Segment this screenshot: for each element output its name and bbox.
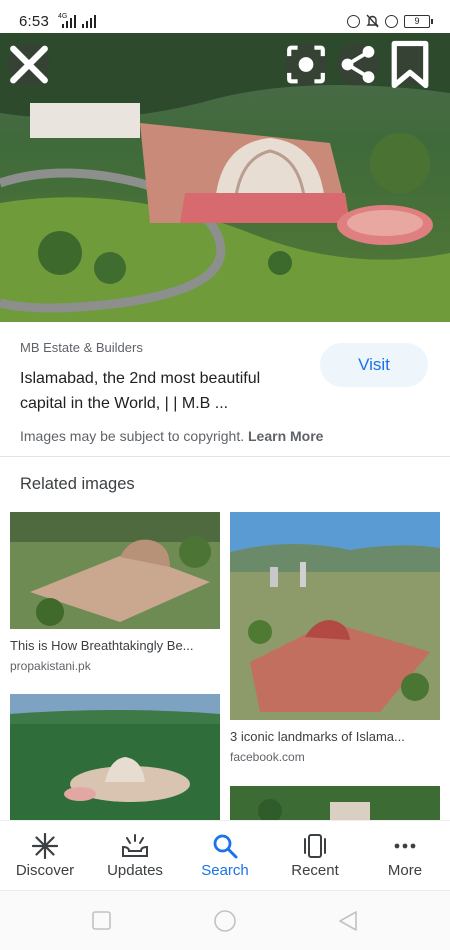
nav-recent[interactable]: Recent <box>270 821 360 890</box>
copyright-notice: Images may be subject to copyright. Lear… <box>20 428 323 444</box>
signal-icon: 4G <box>56 13 96 28</box>
nav-updates-label: Updates <box>107 862 163 879</box>
related-image-thumbnail[interactable] <box>230 512 440 720</box>
recents-square-icon[interactable] <box>92 911 111 930</box>
mute-icon <box>366 14 379 28</box>
nav-search-label: Search <box>201 862 249 879</box>
nav-search[interactable]: Search <box>180 821 270 890</box>
lens-icon <box>287 45 325 83</box>
home-circle-icon[interactable] <box>214 910 236 932</box>
related-image-card[interactable] <box>10 694 220 820</box>
learn-more-link[interactable]: Learn More <box>248 428 323 444</box>
result-info: MB Estate & Builders Islamabad, the 2nd … <box>0 322 450 457</box>
monument-aerial-image <box>0 33 450 322</box>
bottom-navigation: Discover Updates Search Recent More <box>0 820 450 890</box>
nav-more-label: More <box>387 862 423 879</box>
related-image-thumbnail[interactable] <box>10 694 220 820</box>
share-icon <box>341 45 375 83</box>
status-bar: 6:53 4G 9 <box>0 0 450 33</box>
related-image-site: facebook.com <box>230 750 305 764</box>
close-button[interactable] <box>8 43 50 85</box>
asterisk-icon <box>32 833 58 859</box>
lens-button[interactable] <box>285 43 327 85</box>
nav-discover-label: Discover <box>15 862 75 879</box>
alarm-icon <box>385 14 398 28</box>
nav-recent-label: Recent <box>291 862 339 879</box>
related-image-card[interactable] <box>230 786 440 820</box>
data-saver-icon <box>347 14 360 28</box>
related-image-thumbnail[interactable] <box>10 512 220 629</box>
share-button[interactable] <box>337 43 379 85</box>
more-icon <box>394 843 416 849</box>
search-icon <box>213 834 238 859</box>
related-images-title: Related images <box>20 475 135 493</box>
related-image-site: propakistani.pk <box>10 659 91 673</box>
result-caption[interactable]: Islamabad, the 2nd most beautiful capita… <box>20 366 310 416</box>
related-image-thumbnail[interactable] <box>230 786 440 820</box>
copyright-text: Images may be subject to copyright. <box>20 428 245 444</box>
recent-icon <box>304 834 326 858</box>
related-image-card[interactable]: 3 iconic landmarks of Islama... facebook… <box>230 512 440 764</box>
system-icons: 9 <box>347 14 433 28</box>
hero-image[interactable] <box>0 33 450 322</box>
close-icon <box>10 45 48 83</box>
nav-discover[interactable]: Discover <box>0 821 90 890</box>
system-navigation-bar <box>0 890 450 950</box>
related-image-title[interactable]: This is How Breathtakingly Be... <box>10 638 220 653</box>
divider <box>0 456 450 457</box>
back-triangle-icon[interactable] <box>339 911 357 931</box>
nav-more[interactable]: More <box>360 821 450 890</box>
bookmark-icon <box>391 40 429 88</box>
bookmark-button[interactable] <box>389 40 431 88</box>
network-type: 4G <box>58 13 68 20</box>
visit-button[interactable]: Visit <box>320 343 428 387</box>
battery-icon: 9 <box>404 14 433 28</box>
related-image-card[interactable]: This is How Breathtakingly Be... propaki… <box>10 512 220 673</box>
updates-icon <box>122 834 148 857</box>
related-image-title[interactable]: 3 iconic landmarks of Islama... <box>230 729 440 744</box>
status-time: 6:53 <box>19 13 49 30</box>
result-source[interactable]: MB Estate & Builders <box>20 340 143 355</box>
nav-updates[interactable]: Updates <box>90 821 180 890</box>
